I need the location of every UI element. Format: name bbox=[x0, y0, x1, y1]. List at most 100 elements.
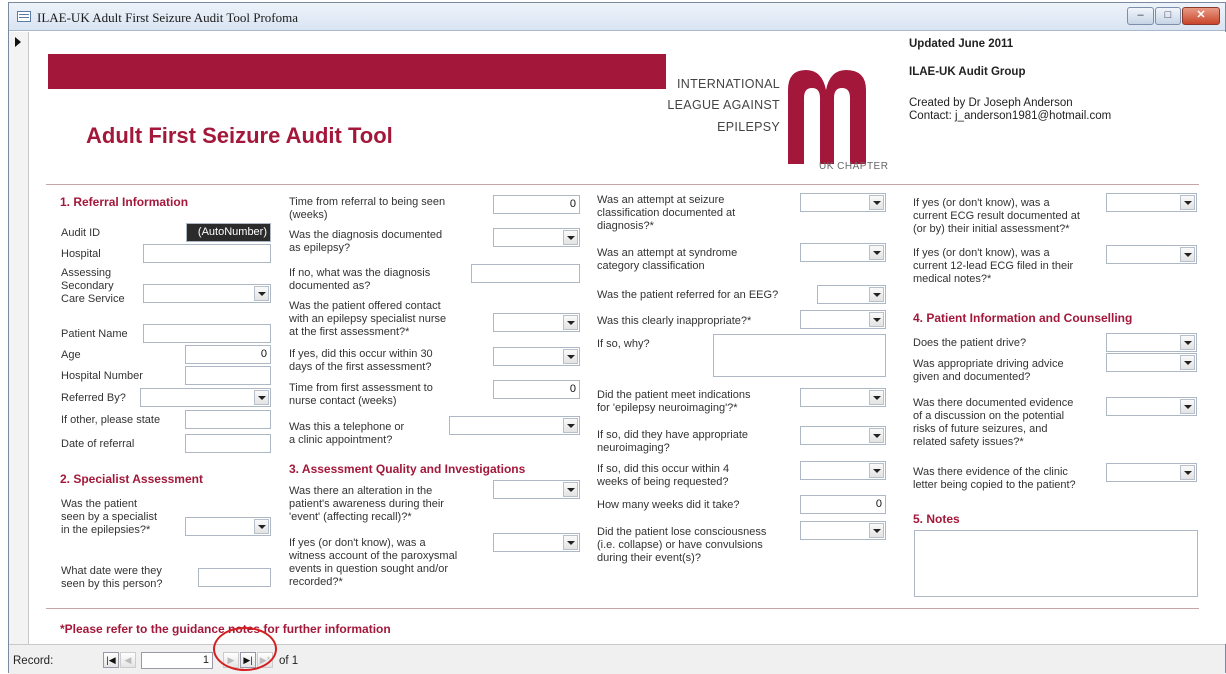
section-counselling-heading: 4. Patient Information and Counselling bbox=[913, 311, 1133, 325]
current-record-field[interactable]: 1 bbox=[141, 652, 213, 669]
referred-by-label: Referred By? bbox=[61, 392, 126, 404]
chevron-down-icon[interactable] bbox=[563, 315, 578, 330]
nurse-offered-label-3: at the first assessment?* bbox=[289, 326, 410, 338]
ecg-result-label-2: current ECG result documented at bbox=[913, 210, 1080, 222]
if-so-why-field[interactable] bbox=[713, 334, 886, 377]
syndrome-label-1: Was an attempt at syndrome bbox=[597, 247, 738, 259]
minimize-button[interactable]: – bbox=[1127, 7, 1154, 25]
chevron-down-icon[interactable] bbox=[1180, 465, 1195, 480]
date-referral-field[interactable] bbox=[185, 434, 271, 453]
chevron-down-icon[interactable] bbox=[869, 195, 884, 210]
lose-consciousness-label-3: during their event(s)? bbox=[597, 552, 701, 564]
nurse-offered-dropdown[interactable] bbox=[493, 313, 580, 332]
chevron-down-icon[interactable] bbox=[1180, 195, 1195, 210]
footer-divider bbox=[46, 608, 1199, 609]
logo-chapter: UK CHAPTER bbox=[819, 161, 889, 172]
hospital-number-label: Hospital Number bbox=[61, 370, 143, 382]
ecg-result-label-3: (or by) their initial assessment?* bbox=[913, 223, 1070, 235]
chevron-down-icon[interactable] bbox=[1180, 247, 1195, 262]
time-referral-label-2: (weeks) bbox=[289, 209, 328, 221]
inappropriate-label: Was this clearly inappropriate?* bbox=[597, 315, 752, 327]
previous-record-button[interactable]: ◀ bbox=[120, 652, 136, 668]
chevron-down-icon[interactable] bbox=[869, 245, 884, 260]
chevron-down-icon[interactable] bbox=[563, 230, 578, 245]
chevron-down-icon[interactable] bbox=[869, 523, 884, 538]
chevron-down-icon[interactable] bbox=[1180, 399, 1195, 414]
eeg-label: Was the patient referred for an EEG? bbox=[597, 289, 779, 301]
chevron-down-icon[interactable] bbox=[869, 428, 884, 443]
risks-dropdown[interactable] bbox=[1106, 397, 1197, 416]
witness-dropdown[interactable] bbox=[493, 533, 580, 552]
referred-by-dropdown[interactable] bbox=[140, 388, 271, 407]
time-referral-field[interactable]: 0 bbox=[493, 195, 580, 214]
chevron-down-icon[interactable] bbox=[563, 418, 578, 433]
chevron-down-icon[interactable] bbox=[254, 519, 269, 534]
witness-label-4: recorded?* bbox=[289, 576, 343, 588]
chevron-down-icon[interactable] bbox=[1180, 355, 1195, 370]
chevron-down-icon[interactable] bbox=[563, 535, 578, 550]
seen-specialist-label-3: in the epilepsies?* bbox=[61, 524, 151, 536]
patient-name-label: Patient Name bbox=[61, 328, 128, 340]
hospital-label: Hospital bbox=[61, 248, 101, 260]
chevron-down-icon[interactable] bbox=[1180, 335, 1195, 350]
close-button[interactable]: ✕ bbox=[1182, 7, 1220, 25]
seizure-class-label-1: Was an attempt at seizure bbox=[597, 194, 725, 206]
age-field[interactable]: 0 bbox=[185, 345, 271, 364]
appropriate-neuro-dropdown[interactable] bbox=[800, 426, 886, 445]
nurse-contact-label-2: nurse contact (weeks) bbox=[289, 395, 397, 407]
drive-label: Does the patient drive? bbox=[913, 337, 1027, 349]
if-no-diagnosis-field[interactable] bbox=[471, 264, 580, 283]
ecg-12-dropdown[interactable] bbox=[1106, 245, 1197, 264]
diagnosis-label-1: Was the diagnosis documented bbox=[289, 229, 443, 241]
notes-field[interactable] bbox=[914, 530, 1198, 597]
eeg-dropdown[interactable] bbox=[817, 285, 886, 304]
chevron-down-icon[interactable] bbox=[869, 463, 884, 478]
chevron-down-icon[interactable] bbox=[563, 349, 578, 364]
seizure-class-label-2: classification documented at bbox=[597, 207, 736, 219]
seizure-class-dropdown[interactable] bbox=[800, 193, 886, 212]
lose-consciousness-dropdown[interactable] bbox=[800, 521, 886, 540]
hospital-field[interactable] bbox=[143, 244, 271, 263]
maximize-button[interactable]: □ bbox=[1155, 7, 1181, 25]
if-other-field[interactable] bbox=[185, 410, 271, 429]
access-form-window: ILAE-UK Adult First Seizure Audit Tool P… bbox=[8, 2, 1226, 674]
chevron-down-icon[interactable] bbox=[254, 286, 269, 301]
first-record-button[interactable]: |◀ bbox=[103, 652, 119, 668]
hospital-number-field[interactable] bbox=[185, 366, 271, 385]
chevron-down-icon[interactable] bbox=[869, 390, 884, 405]
alteration-dropdown[interactable] bbox=[493, 480, 580, 499]
letter-copied-dropdown[interactable] bbox=[1106, 463, 1197, 482]
drive-dropdown[interactable] bbox=[1106, 333, 1197, 352]
date-seen-field[interactable] bbox=[198, 568, 271, 587]
ecg-result-dropdown[interactable] bbox=[1106, 193, 1197, 212]
within-4-dropdown[interactable] bbox=[800, 461, 886, 480]
appropriate-label-1: If so, did they have appropriate bbox=[597, 429, 749, 441]
chevron-down-icon[interactable] bbox=[563, 482, 578, 497]
inappropriate-dropdown[interactable] bbox=[800, 310, 886, 329]
syndrome-dropdown[interactable] bbox=[800, 243, 886, 262]
seen-specialist-dropdown[interactable] bbox=[185, 517, 271, 536]
witness-label-1: If yes (or don't know), was a bbox=[289, 537, 426, 549]
chevron-down-icon[interactable] bbox=[869, 312, 884, 327]
assessing-service-dropdown[interactable] bbox=[143, 284, 271, 303]
chevron-down-icon[interactable] bbox=[869, 287, 884, 302]
chevron-down-icon[interactable] bbox=[254, 390, 269, 405]
neuroimaging-dropdown[interactable] bbox=[800, 388, 886, 407]
driving-advice-dropdown[interactable] bbox=[1106, 353, 1197, 372]
syndrome-label-2: category classification bbox=[597, 260, 705, 272]
nurse-contact-field[interactable]: 0 bbox=[493, 380, 580, 399]
audit-id-field[interactable]: (AutoNumber) bbox=[186, 223, 271, 242]
section-referral-heading: 1. Referral Information bbox=[60, 195, 189, 209]
how-many-weeks-field[interactable]: 0 bbox=[800, 495, 886, 514]
diagnosis-dropdown[interactable] bbox=[493, 228, 580, 247]
annotation-circle bbox=[213, 627, 277, 671]
driving-advice-label-1: Was appropriate driving advice bbox=[913, 358, 1064, 370]
record-selector[interactable] bbox=[9, 32, 29, 644]
ilae-logo-icon bbox=[788, 70, 866, 164]
patient-name-field[interactable] bbox=[143, 324, 271, 343]
within-4-label-1: If so, did this occur within 4 bbox=[597, 463, 730, 475]
telephone-label-1: Was this a telephone or bbox=[289, 421, 405, 433]
within-30-dropdown[interactable] bbox=[493, 347, 580, 366]
appointment-type-dropdown[interactable] bbox=[449, 416, 580, 435]
driving-advice-label-2: given and documented? bbox=[913, 371, 1031, 383]
